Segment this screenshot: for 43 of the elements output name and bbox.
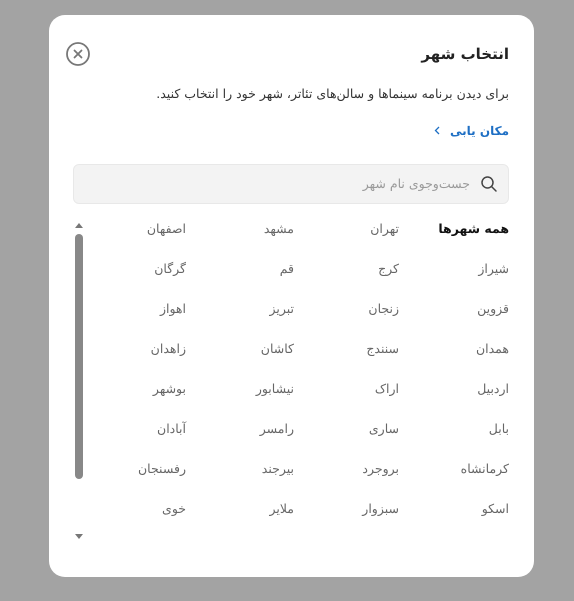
city-option[interactable]: بوشهر [152, 380, 186, 398]
city-option[interactable]: اراک [374, 380, 399, 398]
city-option[interactable]: سبزوار [362, 500, 399, 518]
city-option[interactable]: خوی [162, 500, 186, 518]
search-icon [480, 174, 498, 193]
scroll-up-icon[interactable] [75, 222, 83, 228]
city-option[interactable]: بروجرد [362, 460, 399, 478]
city-option[interactable]: ملایر [269, 500, 294, 518]
city-option[interactable]: ساری [368, 420, 399, 438]
scrollbar-thumb[interactable] [75, 234, 83, 479]
city-option[interactable]: اهواز [160, 300, 186, 318]
city-option[interactable]: همه شهرها [438, 220, 509, 238]
city-option[interactable]: رفسنجان [138, 460, 186, 478]
search-field[interactable]: جست‌وجوی نام شهر [73, 164, 509, 204]
city-option[interactable]: نیشابور [256, 380, 294, 398]
city-option[interactable]: زنجان [368, 300, 399, 318]
dialog-description: برای دیدن برنامه سینماها و سالن‌های تئاتر، شهر خود را انتخاب کنید. [155, 85, 509, 103]
close-button[interactable] [65, 41, 91, 67]
city-option[interactable]: زاهدان [150, 340, 186, 358]
city-option[interactable]: بیرجند [262, 460, 294, 478]
city-option[interactable]: شیراز [478, 260, 509, 278]
city-option[interactable]: کرمانشاه [460, 460, 509, 478]
city-option[interactable]: رامسر [260, 420, 294, 438]
city-option[interactable]: سنندج [366, 340, 399, 358]
close-icon [65, 41, 91, 67]
scroll-down-icon[interactable] [75, 534, 83, 539]
city-option[interactable]: قم [280, 260, 294, 278]
city-option[interactable]: بابل [488, 420, 509, 438]
city-option[interactable]: تهران [370, 220, 399, 238]
city-option[interactable]: گرگان [154, 260, 186, 278]
city-option[interactable]: کاشان [260, 340, 294, 358]
city-option[interactable]: مشهد [264, 220, 294, 238]
city-option[interactable]: تبریز [269, 300, 294, 318]
city-option[interactable]: اسکو [482, 500, 509, 518]
city-option[interactable]: کرج [378, 260, 399, 278]
city-option[interactable]: آبادان [157, 420, 186, 438]
dialog-title: انتخاب شهر [421, 44, 509, 65]
city-option[interactable]: قزوین [477, 300, 509, 318]
chevron-icon [434, 126, 440, 136]
city-option[interactable]: اصفهان [146, 220, 186, 238]
city-option[interactable]: اردبیل [477, 380, 509, 398]
city-option[interactable]: همدان [476, 340, 509, 358]
locate-link[interactable]: مکان یابی [434, 122, 509, 140]
